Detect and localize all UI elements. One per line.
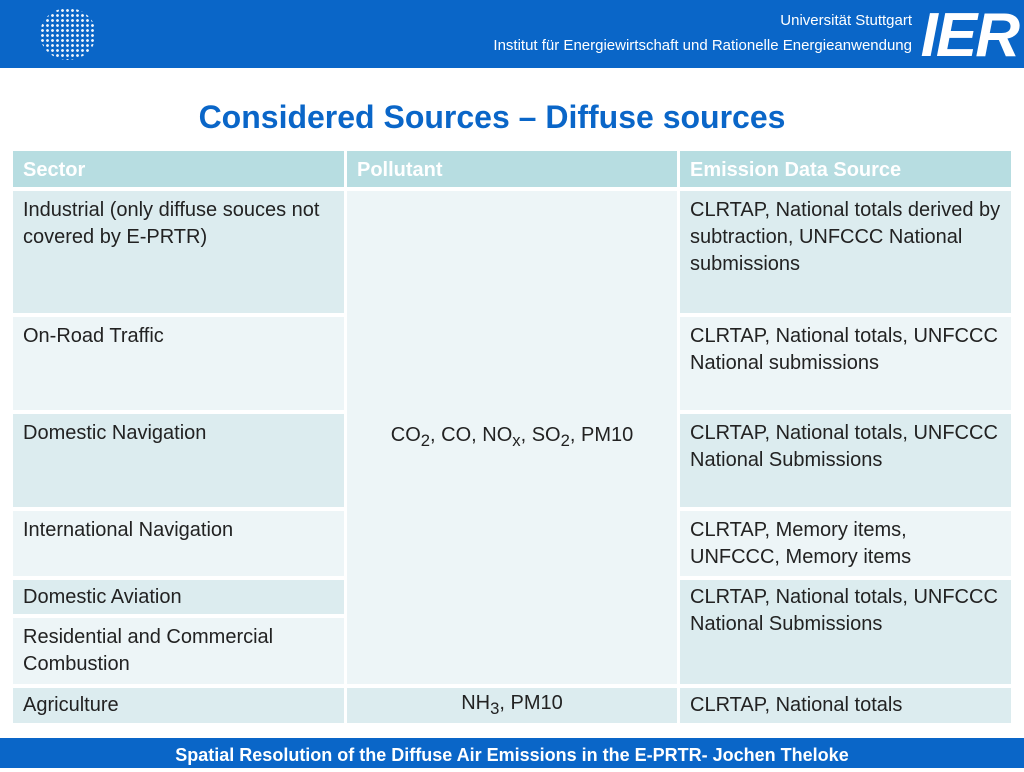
sector-cell: On-Road Traffic bbox=[13, 317, 344, 410]
sector-cell: Agriculture bbox=[13, 688, 344, 723]
subscript: x bbox=[512, 430, 521, 450]
footer: Spatial Resolution of the Diffuse Air Em… bbox=[0, 738, 1024, 768]
pollutant-text: , PM10 bbox=[569, 423, 634, 446]
pollutant-text: CO bbox=[390, 423, 421, 446]
sector-cell: Domestic Navigation bbox=[13, 414, 344, 507]
header-sector: Sector bbox=[13, 151, 344, 187]
source-cell: CLRTAP, National totals bbox=[680, 688, 1011, 723]
header-source: Emission Data Source bbox=[680, 151, 1011, 187]
source-cell: CLRTAP, National totals, UNFCCC National… bbox=[680, 580, 1011, 684]
university-name: Universität Stuttgart bbox=[780, 12, 912, 29]
pollutant-cell-agriculture: NH3, PM10 bbox=[347, 688, 677, 723]
sector-cell: International Navigation bbox=[13, 511, 344, 576]
slide-title: Considered Sources – Diffuse sources bbox=[198, 99, 786, 135]
source-cell: CLRTAP, Memory items, UNFCCC, Memory ite… bbox=[680, 511, 1011, 576]
subscript: 3 bbox=[490, 698, 500, 718]
pollutant-cell-main: CO2, CO, NOx, SO2, PM10 bbox=[347, 191, 677, 684]
pollutant-text: , CO, NO bbox=[430, 423, 513, 446]
sector-cell: Industrial (only diffuse souces not cove… bbox=[13, 191, 344, 313]
header-bar: Universität Stuttgart Institut für Energ… bbox=[0, 0, 1024, 70]
pollutant-text: , PM10 bbox=[499, 691, 563, 714]
sector-cell: Domestic Aviation bbox=[13, 580, 344, 614]
source-cell: CLRTAP, National totals, UNFCCC National… bbox=[680, 317, 1011, 410]
subscript: 2 bbox=[560, 430, 570, 450]
university-logo-icon bbox=[40, 8, 96, 60]
institute-name: Institut für Energiewirtschaft und Ratio… bbox=[493, 37, 912, 54]
header-pollutant: Pollutant bbox=[347, 151, 677, 187]
pollutant-text: , SO bbox=[520, 423, 561, 446]
source-cell: CLRTAP, National totals derived by subtr… bbox=[680, 191, 1011, 313]
sector-cell: Residential and Commercial Combustion bbox=[13, 618, 344, 684]
pollutant-text: NH bbox=[461, 691, 491, 714]
ier-logo: IER bbox=[920, 1, 1020, 70]
source-cell: CLRTAP, National totals, UNFCCC National… bbox=[680, 414, 1011, 507]
subscript: 2 bbox=[420, 430, 431, 450]
